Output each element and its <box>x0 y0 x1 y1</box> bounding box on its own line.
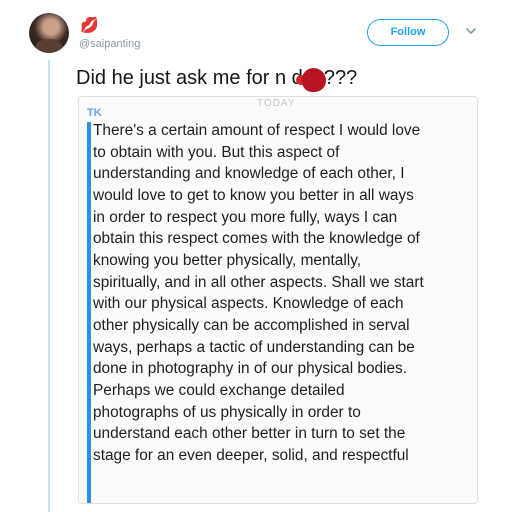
lips-emoji: 💋 <box>80 17 99 34</box>
red-blot-icon <box>302 68 326 92</box>
message-screenshot[interactable]: TODAY TK There's a certain amount of res… <box>78 96 478 504</box>
message-bar <box>87 122 91 503</box>
user-handle[interactable]: @saipanting <box>79 38 140 50</box>
avatar[interactable] <box>29 13 69 53</box>
follow-button[interactable]: Follow <box>367 19 449 46</box>
date-label: TODAY <box>257 98 296 109</box>
sender-name: TK <box>87 107 102 119</box>
thread-line <box>48 60 50 512</box>
message-text: There's a certain amount of respect I wo… <box>93 122 424 464</box>
chevron-down-icon[interactable] <box>464 24 478 38</box>
